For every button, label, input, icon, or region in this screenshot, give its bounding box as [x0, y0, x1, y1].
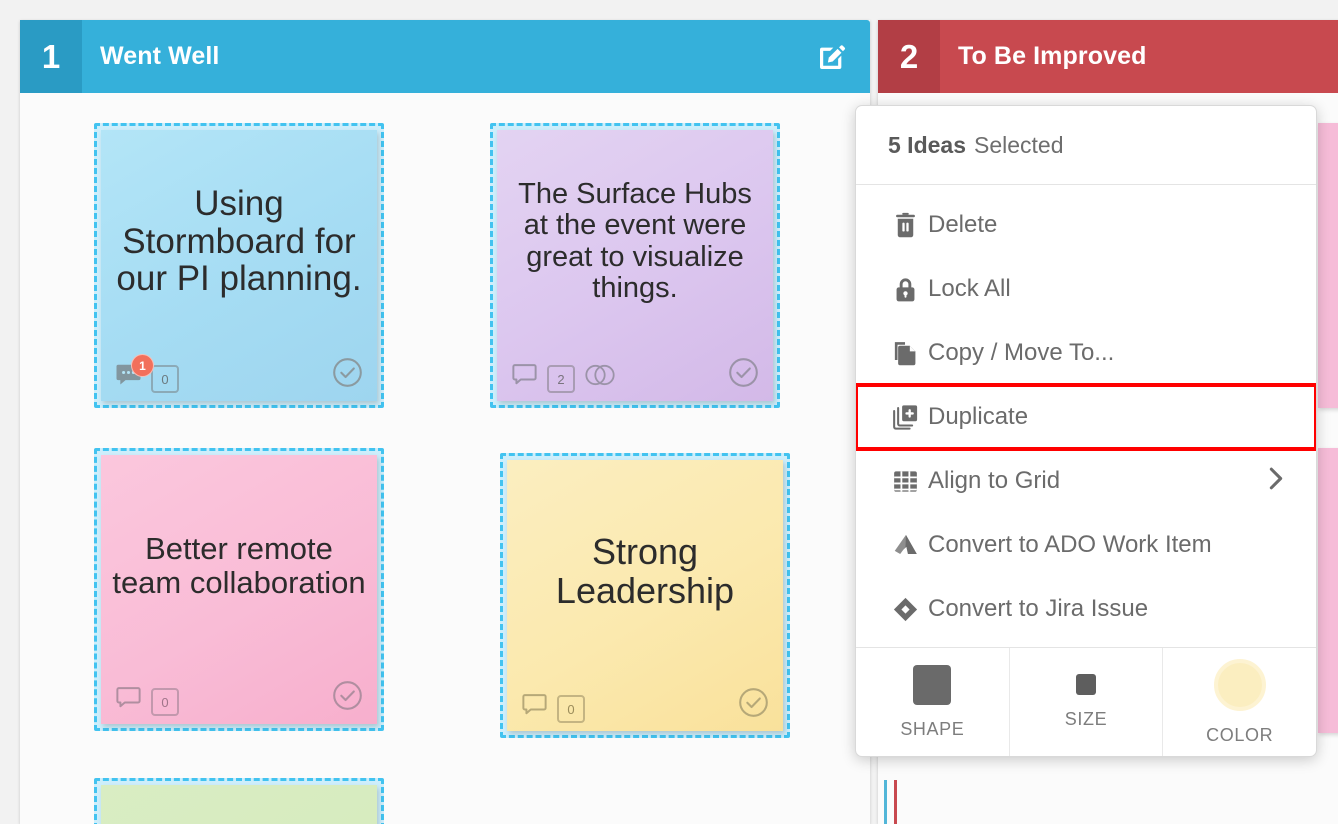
menu-item-convert-to-ado-work-item[interactable]: Convert to ADO Work Item — [856, 513, 1316, 577]
sticky-note[interactable]: Better remote team collaboration 0 — [94, 448, 384, 731]
note-body[interactable] — [101, 785, 377, 824]
note-footer: 2 — [497, 347, 773, 401]
context-menu-footer: SHAPE SIZE COLOR — [856, 647, 1316, 756]
menu-item-lock-all[interactable]: Lock All — [856, 257, 1316, 321]
note-footer: 1 0 — [101, 347, 377, 401]
comment-filled-icon[interactable]: 1 — [115, 354, 154, 393]
sticky-note[interactable] — [1318, 123, 1338, 408]
context-menu-header: 5 Ideas Selected — [856, 106, 1316, 185]
column-went-well: 1 Went Well Using Stormboard for our PI … — [20, 20, 870, 824]
trash-icon — [882, 211, 928, 240]
menu-item-duplicate[interactable]: Duplicate — [856, 383, 1316, 451]
menu-item-align-to-grid[interactable]: Align to Grid — [856, 449, 1316, 513]
column-1-number: 1 — [20, 20, 82, 93]
column-edge-line-red — [894, 780, 897, 824]
note-body[interactable]: Strong Leadership 0 — [507, 460, 783, 731]
lock-icon — [882, 275, 928, 304]
edit-square-pencil-icon[interactable] — [812, 37, 852, 77]
sticky-note[interactable]: Using Stormboard for our PI planning. 1 … — [94, 123, 384, 408]
menu-item-copy-move-to[interactable]: Copy / Move To... — [856, 321, 1316, 385]
check-circle-icon[interactable] — [738, 687, 769, 723]
comment-count-badge: 1 — [131, 354, 154, 377]
column-edge-line-blue — [884, 780, 887, 824]
column-1-body: Using Stormboard for our PI planning. 1 … — [20, 93, 870, 824]
selection-context-menu: 5 Ideas Selected Delete Lock All Copy / … — [855, 105, 1317, 757]
grid-icon — [882, 467, 928, 496]
vote-count-box[interactable]: 0 — [151, 688, 179, 716]
column-1-header: 1 Went Well — [20, 20, 870, 93]
note-footer: 0 — [101, 670, 377, 724]
duplicate-icon — [882, 403, 928, 432]
note-body[interactable]: Using Stormboard for our PI planning. 1 … — [101, 130, 377, 401]
vote-count-box[interactable]: 0 — [151, 365, 179, 393]
column-2-title: To Be Improved — [958, 42, 1147, 70]
comment-outline-icon[interactable] — [115, 687, 142, 716]
shape-caption: SHAPE — [900, 718, 965, 739]
check-circle-icon[interactable] — [332, 357, 363, 393]
menu-item-label: Convert to ADO Work Item — [928, 531, 1212, 558]
note-text: Better remote team collaboration — [112, 531, 366, 600]
comment-outline-icon[interactable] — [511, 364, 538, 393]
square-large-swatch — [913, 664, 952, 705]
menu-item-convert-to-jira-issue[interactable]: Convert to Jira Issue — [856, 577, 1316, 641]
sticky-note[interactable] — [94, 778, 384, 824]
menu-item-label: Lock All — [928, 275, 1011, 302]
note-text: Strong Leadership — [555, 530, 735, 611]
menu-item-label: Copy / Move To... — [928, 339, 1115, 366]
size-caption: SIZE — [1064, 709, 1108, 729]
stormboard-canvas: 1 Went Well Using Stormboard for our PI … — [0, 0, 1338, 824]
vote-count-box[interactable]: 0 — [557, 695, 585, 723]
column-2-number: 2 — [878, 20, 940, 93]
vote-count-box[interactable]: 2 — [547, 365, 575, 393]
context-menu-items: Delete Lock All Copy / Move To... Duplic… — [856, 185, 1316, 647]
jira-diamond-icon — [882, 595, 928, 624]
note-body[interactable]: The Surface Hubs at the event were great… — [497, 130, 773, 401]
sticky-note[interactable] — [1318, 448, 1338, 733]
menu-item-label: Convert to Jira Issue — [928, 595, 1149, 622]
copy-icon — [882, 339, 928, 368]
note-footer: 0 — [507, 677, 783, 731]
color-caption: COLOR — [1206, 724, 1274, 745]
chevron-right-icon — [1266, 465, 1286, 498]
check-circle-icon[interactable] — [332, 680, 363, 716]
column-1-title: Went Well — [100, 42, 220, 70]
shape-option-button[interactable]: SHAPE — [856, 648, 1009, 756]
column-2-header: 2 To Be Improved — [878, 20, 1338, 93]
merge-circles-icon[interactable] — [584, 362, 616, 393]
menu-item-label: Delete — [928, 211, 998, 238]
size-option-button[interactable]: SIZE — [1008, 648, 1163, 756]
note-body[interactable]: Better remote team collaboration 0 — [101, 455, 377, 724]
note-text — [101, 785, 377, 824]
azure-devops-icon — [882, 531, 928, 560]
square-small-swatch — [1076, 674, 1096, 695]
note-text: The Surface Hubs at the event were great… — [518, 177, 752, 304]
menu-item-label: Align to Grid — [928, 467, 1061, 494]
sticky-note[interactable]: Strong Leadership 0 — [500, 453, 790, 738]
note-text: Using Stormboard for our PI planning. — [116, 183, 362, 299]
menu-item-label: Duplicate — [928, 403, 1029, 430]
color-ring-swatch — [1213, 658, 1266, 711]
color-option-button[interactable]: COLOR — [1162, 648, 1316, 756]
comment-outline-icon[interactable] — [521, 694, 548, 723]
selected-count-label: 5 Ideas — [888, 131, 966, 158]
sticky-note[interactable]: The Surface Hubs at the event were great… — [490, 123, 780, 408]
selected-suffix-label: Selected — [974, 131, 1064, 158]
menu-item-delete[interactable]: Delete — [856, 193, 1316, 257]
check-circle-icon[interactable] — [728, 357, 759, 393]
